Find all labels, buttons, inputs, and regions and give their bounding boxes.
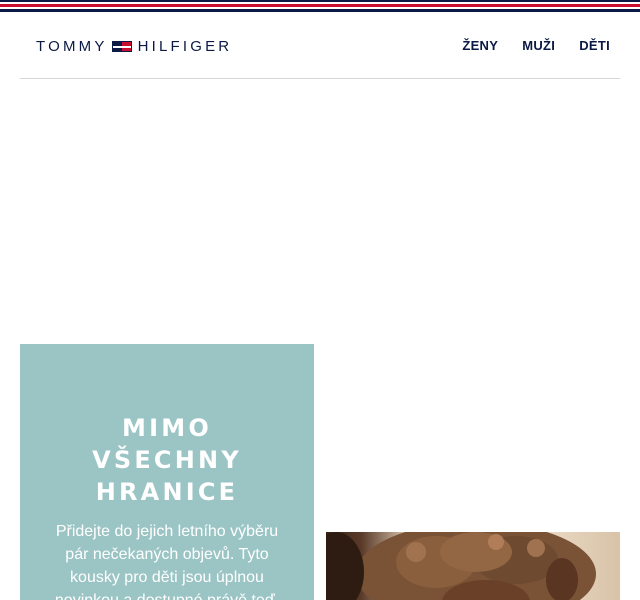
promo-title-line-1: MIMO [122,414,212,442]
promo-title: MIMO VŠECHNY HRANICE [20,412,314,508]
nav-item-muzi[interactable]: MUŽI [522,38,555,53]
logo-text-right: HILFIGER [137,38,233,55]
page: TOMMY HILFIGER ŽENY MUŽI DĚTI MIMO VŠECH… [0,0,640,600]
child-photo-illustration [326,532,596,600]
flag-icon [111,41,132,52]
logo-text-left: TOMMY [36,38,108,55]
nav-item-deti[interactable]: DĚTI [579,38,610,53]
brand-stripe [0,0,640,14]
promo-photo[interactable] [326,532,620,600]
site-header: TOMMY HILFIGER ŽENY MUŽI DĚTI [20,14,620,79]
main-nav: ŽENY MUŽI DĚTI [462,38,610,53]
promo-title-line-2: VŠECHNY [92,446,242,474]
promo-title-line-3: HRANICE [95,478,239,506]
promo-description: Přidejte do jejich letního výběru pár ne… [55,523,279,600]
tommy-hilfiger-logo[interactable]: TOMMY HILFIGER [36,38,232,55]
nav-item-zeny[interactable]: ŽENY [462,38,498,53]
promo-block[interactable]: MIMO VŠECHNY HRANICE Přidejte do jejich … [20,344,314,600]
